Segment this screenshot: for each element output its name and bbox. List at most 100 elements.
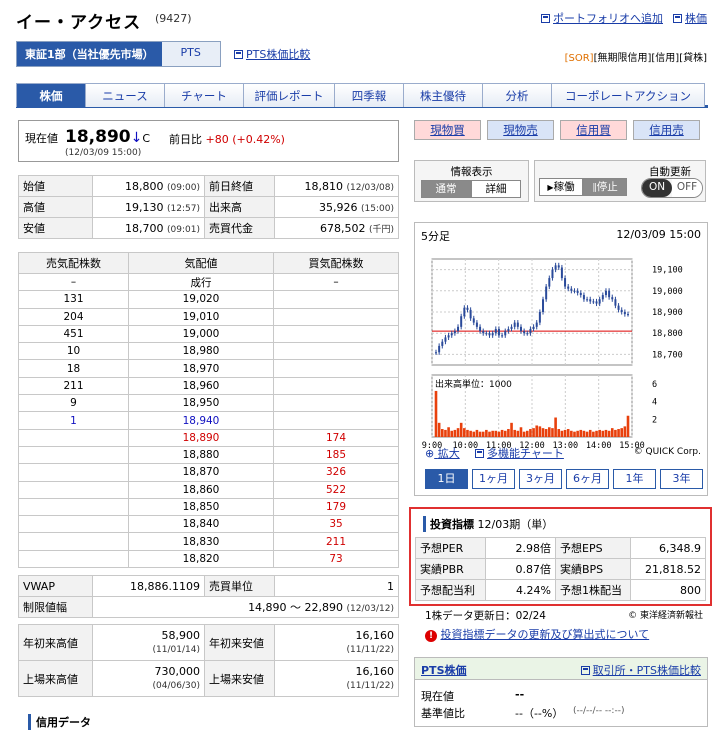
change-value: +80 <box>205 133 229 146</box>
price-candle-body <box>482 331 485 334</box>
price-candle-body <box>507 328 510 332</box>
board-price[interactable]: 18,830 <box>128 532 274 551</box>
ytd-high-date: (11/01/14) <box>152 644 200 655</box>
period-1d[interactable]: 1日 <box>425 469 468 489</box>
board-price[interactable]: 18,850 <box>128 497 274 517</box>
board-price[interactable]: 18,880 <box>128 445 274 465</box>
price-candle-body <box>592 301 595 303</box>
tab-news[interactable]: ニュース <box>85 83 165 107</box>
cash-buy-button[interactable]: 現物買 <box>414 120 481 140</box>
board-buy-qty[interactable]: 179 <box>273 497 399 517</box>
board-sell-qty[interactable] <box>18 549 129 569</box>
board-buy-qty[interactable] <box>273 376 399 396</box>
volume-bar <box>516 430 520 437</box>
board-sell-qty[interactable]: 211 <box>18 376 129 396</box>
period-3y[interactable]: 3年 <box>660 469 703 489</box>
board-price[interactable]: 成行 <box>128 272 274 292</box>
notice-row: ! 投資指標データの更新及び算出式について <box>425 626 649 642</box>
period-1y[interactable]: 1年 <box>613 469 656 489</box>
board-sell-qty[interactable] <box>18 480 129 499</box>
loan-badge: [貸株] <box>679 53 707 64</box>
period-3m[interactable]: 3ヶ月 <box>519 469 562 489</box>
auto-on-toggle[interactable]: ON <box>642 179 672 197</box>
board-sell-qty[interactable]: 451 <box>18 324 129 344</box>
pts-now-label: 現在値 <box>421 690 454 703</box>
board-buy-qty[interactable] <box>273 411 399 430</box>
tab-shikiho[interactable]: 四季報 <box>334 83 404 107</box>
stock-price-link[interactable]: 株価 <box>673 10 707 26</box>
margin-buy-button[interactable]: 信用買 <box>560 120 627 140</box>
board-price[interactable]: 18,890 <box>128 428 274 447</box>
display-normal-button[interactable]: 通常 <box>421 180 471 198</box>
tab-corporate-action[interactable]: コーポレートアクション <box>551 83 705 107</box>
margin-sell-button[interactable]: 信用売 <box>633 120 700 140</box>
board-buy-qty[interactable] <box>273 324 399 344</box>
board-sell-qty[interactable]: 204 <box>18 307 129 326</box>
board-sell-qty[interactable]: 10 <box>18 342 129 361</box>
pts-compare-link-2[interactable]: 取引所・PTS株価比較 <box>580 662 701 678</box>
tab-chart[interactable]: チャート <box>164 83 244 107</box>
pts-title-link[interactable]: PTS株価 <box>421 662 467 678</box>
price-candle-body <box>485 333 488 335</box>
price-candle-body <box>579 292 582 296</box>
board-sell-qty[interactable] <box>18 463 129 482</box>
board-price[interactable]: 18,820 <box>128 549 274 569</box>
auto-off-toggle[interactable]: OFF <box>672 179 702 197</box>
board-price[interactable]: 18,860 <box>128 480 274 499</box>
board-sell-qty[interactable] <box>18 497 129 517</box>
enlarge-link[interactable]: ⊕ 拡大 <box>425 445 460 461</box>
board-buy-qty[interactable]: 73 <box>273 549 399 569</box>
board-price[interactable]: 19,000 <box>128 324 274 344</box>
cash-sell-button[interactable]: 現物売 <box>487 120 554 140</box>
board-buy-qty[interactable]: 326 <box>273 463 399 482</box>
period-1m[interactable]: 1ヶ月 <box>472 469 515 489</box>
board-buy-qty[interactable] <box>273 359 399 378</box>
volume-tick-label: 6 <box>652 380 657 390</box>
stop-button[interactable]: ∥停止 <box>583 178 627 196</box>
board-buy-qty[interactable] <box>273 342 399 361</box>
board-sell-qty[interactable]: 9 <box>18 394 129 413</box>
price-candle-body <box>611 297 614 300</box>
board-sell-qty[interactable]: 131 <box>18 290 129 309</box>
board-sell-qty[interactable] <box>18 428 129 447</box>
market-tse-button[interactable]: 東証1部（当社優先市場） <box>17 42 162 66</box>
board-buy-qty[interactable]: 35 <box>273 515 399 534</box>
board-buy-qty[interactable] <box>273 307 399 326</box>
board-sell-qty[interactable]: 18 <box>18 359 129 378</box>
board-buy-qty[interactable]: 522 <box>273 480 399 499</box>
board-buy-qty[interactable]: 185 <box>273 445 399 465</box>
add-portfolio-link[interactable]: ポートフォリオへ追加 <box>541 10 663 26</box>
run-button[interactable]: ▶稼働 <box>539 178 583 196</box>
multi-chart-link[interactable]: 多機能チャート <box>475 445 564 461</box>
board-sell-qty[interactable] <box>18 532 129 551</box>
board-price[interactable]: 18,940 <box>128 411 274 430</box>
volume-bar <box>551 428 554 437</box>
board-sell-qty[interactable]: – <box>18 272 129 292</box>
tab-benefits[interactable]: 株主優待 <box>403 83 483 107</box>
board-price[interactable]: 18,870 <box>128 463 274 482</box>
pts-compare-link[interactable]: PTS株価比較 <box>234 46 310 62</box>
market-pts-button[interactable]: PTS <box>161 42 220 66</box>
board-price[interactable]: 18,980 <box>128 342 274 361</box>
board-price[interactable]: 18,960 <box>128 376 274 396</box>
board-price[interactable]: 18,970 <box>128 359 274 378</box>
board-buy-qty[interactable] <box>273 394 399 413</box>
tab-price[interactable]: 株価 <box>16 83 86 107</box>
notice-link[interactable]: 投資指標データの更新及び算出式について <box>441 628 650 641</box>
price-candle-body <box>620 309 623 312</box>
display-detail-button[interactable]: 詳細 <box>471 180 521 198</box>
board-buy-qty[interactable] <box>273 290 399 309</box>
board-buy-qty[interactable]: – <box>273 272 399 292</box>
board-buy-qty[interactable]: 174 <box>273 428 399 447</box>
board-price[interactable]: 19,020 <box>128 290 274 309</box>
board-price[interactable]: 19,010 <box>128 307 274 326</box>
period-6m[interactable]: 6ヶ月 <box>566 469 609 489</box>
board-buy-qty[interactable]: 211 <box>273 532 399 551</box>
board-price[interactable]: 18,840 <box>128 515 274 534</box>
tab-report[interactable]: 評価レポート <box>243 83 335 107</box>
board-sell-qty[interactable]: 1 <box>18 411 129 430</box>
board-sell-qty[interactable] <box>18 515 129 534</box>
board-sell-qty[interactable] <box>18 445 129 465</box>
tab-analysis[interactable]: 分析 <box>482 83 552 107</box>
board-price[interactable]: 18,950 <box>128 394 274 413</box>
